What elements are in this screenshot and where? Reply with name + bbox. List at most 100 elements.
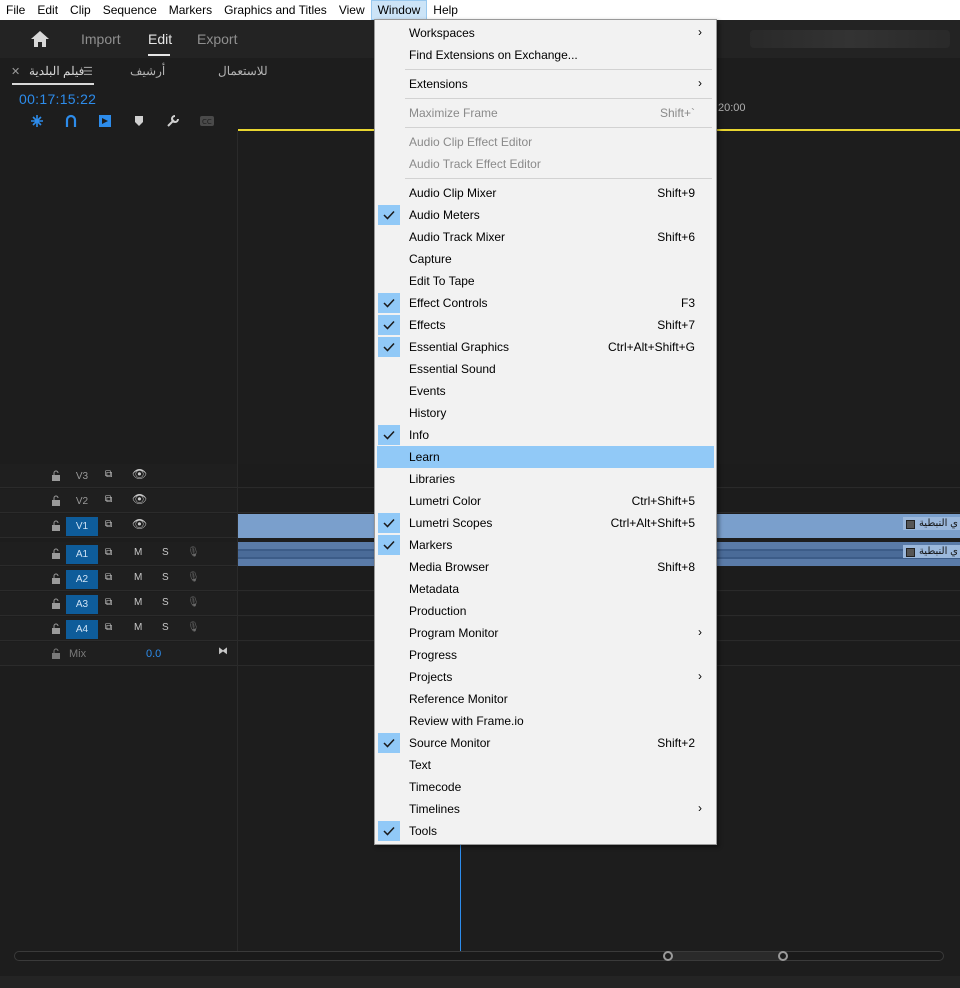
menu-item-find-extensions-on-exchange[interactable]: Find Extensions on Exchange... bbox=[377, 44, 714, 66]
lock-icon[interactable] bbox=[51, 495, 61, 507]
zoom-handle-right[interactable] bbox=[778, 951, 788, 961]
sync-lock-icon[interactable]: ⧉ bbox=[105, 469, 112, 480]
solo-button[interactable]: S bbox=[162, 572, 169, 583]
go-to-in-out-icon[interactable]: ⧓ bbox=[218, 646, 228, 657]
menu-item-text[interactable]: Text bbox=[377, 754, 714, 776]
menu-window[interactable]: Window bbox=[370, 0, 428, 20]
snap-icon[interactable] bbox=[54, 113, 88, 129]
lock-icon[interactable] bbox=[51, 470, 61, 482]
menu-edit[interactable]: Edit bbox=[31, 0, 64, 20]
lock-icon[interactable] bbox=[51, 520, 61, 532]
nest-icon[interactable] bbox=[20, 113, 54, 129]
tab-sequence-archive[interactable]: أرشيف bbox=[130, 64, 165, 78]
sync-lock-icon[interactable]: ⧉ bbox=[105, 622, 112, 633]
sync-lock-icon[interactable]: ⧉ bbox=[105, 597, 112, 608]
menu-item-lumetri-scopes[interactable]: Lumetri Scopes Ctrl+Alt+Shift+5 bbox=[377, 512, 714, 534]
menu-item-extensions[interactable]: Extensions › bbox=[377, 73, 714, 95]
zoom-handle-left[interactable] bbox=[663, 951, 673, 961]
menu-clip[interactable]: Clip bbox=[64, 0, 97, 20]
menu-item-reference-monitor[interactable]: Reference Monitor bbox=[377, 688, 714, 710]
microphone-icon[interactable]: 🎙 bbox=[187, 547, 200, 558]
sync-lock-icon[interactable]: ⧉ bbox=[105, 494, 112, 505]
menu-item-essential-graphics[interactable]: Essential Graphics Ctrl+Alt+Shift+G bbox=[377, 336, 714, 358]
menu-item-audio-track-mixer[interactable]: Audio Track Mixer Shift+6 bbox=[377, 226, 714, 248]
menu-file[interactable]: File bbox=[0, 0, 31, 20]
menu-item-effects[interactable]: Effects Shift+7 bbox=[377, 314, 714, 336]
lock-icon[interactable] bbox=[51, 598, 61, 610]
menu-item-markers[interactable]: Markers bbox=[377, 534, 714, 556]
menu-item-essential-sound[interactable]: Essential Sound bbox=[377, 358, 714, 380]
playhead-line[interactable] bbox=[460, 838, 461, 951]
track-name-a1[interactable]: A1 bbox=[66, 545, 98, 564]
eye-icon[interactable]: 👁 bbox=[132, 517, 147, 531]
menu-item-projects[interactable]: Projects › bbox=[377, 666, 714, 688]
menu-item-source-monitor[interactable]: Source Monitor Shift+2 bbox=[377, 732, 714, 754]
linked-selection-icon[interactable] bbox=[88, 113, 122, 129]
mute-button[interactable]: M bbox=[134, 597, 142, 608]
track-name-a3[interactable]: A3 bbox=[66, 595, 98, 614]
timeline-zoom-scrollbar[interactable] bbox=[14, 951, 944, 961]
menu-item-timecode[interactable]: Timecode bbox=[377, 776, 714, 798]
tab-menu-icon[interactable]: ☰ bbox=[83, 65, 93, 78]
menu-item-timelines[interactable]: Timelines › bbox=[377, 798, 714, 820]
menu-item-history[interactable]: History bbox=[377, 402, 714, 424]
menu-item-media-browser[interactable]: Media Browser Shift+8 bbox=[377, 556, 714, 578]
zoom-scrollbar-thumb[interactable] bbox=[665, 952, 785, 960]
sync-lock-icon[interactable]: ⧉ bbox=[105, 519, 112, 530]
menu-item-metadata[interactable]: Metadata bbox=[377, 578, 714, 600]
lock-icon[interactable] bbox=[51, 548, 61, 560]
track-name-v2[interactable]: V2 bbox=[66, 492, 98, 511]
menu-markers[interactable]: Markers bbox=[163, 0, 218, 20]
mix-volume-value[interactable]: 0.0 bbox=[146, 648, 161, 660]
menu-item-production[interactable]: Production bbox=[377, 600, 714, 622]
menu-graphics-and-titles[interactable]: Graphics and Titles bbox=[218, 0, 333, 20]
nav-import[interactable]: Import bbox=[81, 31, 121, 47]
sync-lock-icon[interactable]: ⧉ bbox=[105, 547, 112, 558]
close-tab-icon[interactable]: ✕ bbox=[11, 65, 20, 78]
menu-item-learn[interactable]: Learn bbox=[377, 446, 714, 468]
sync-lock-icon[interactable]: ⧉ bbox=[105, 572, 112, 583]
menu-item-capture[interactable]: Capture bbox=[377, 248, 714, 270]
tab-sequence-use[interactable]: للاستعمال bbox=[218, 64, 268, 78]
wrench-icon[interactable] bbox=[156, 113, 190, 129]
solo-button[interactable]: S bbox=[162, 622, 169, 633]
menu-item-tools[interactable]: Tools bbox=[377, 820, 714, 842]
microphone-icon[interactable]: 🎙 bbox=[187, 597, 200, 608]
menu-item-edit-to-tape[interactable]: Edit To Tape bbox=[377, 270, 714, 292]
menu-item-program-monitor[interactable]: Program Monitor › bbox=[377, 622, 714, 644]
lock-icon[interactable] bbox=[51, 623, 61, 635]
menu-item-audio-clip-mixer[interactable]: Audio Clip Mixer Shift+9 bbox=[377, 182, 714, 204]
menu-item-events[interactable]: Events bbox=[377, 380, 714, 402]
menu-item-libraries[interactable]: Libraries bbox=[377, 468, 714, 490]
mute-button[interactable]: M bbox=[134, 572, 142, 583]
captions-icon[interactable]: CC bbox=[190, 113, 224, 129]
solo-button[interactable]: S bbox=[162, 597, 169, 608]
lock-icon[interactable] bbox=[51, 573, 61, 585]
menu-sequence[interactable]: Sequence bbox=[97, 0, 163, 20]
eye-icon[interactable]: 👁 bbox=[132, 467, 147, 481]
mute-button[interactable]: M bbox=[134, 622, 142, 633]
menu-item-progress[interactable]: Progress bbox=[377, 644, 714, 666]
microphone-icon[interactable]: 🎙 bbox=[187, 572, 200, 583]
nav-export[interactable]: Export bbox=[197, 31, 237, 47]
eye-icon[interactable]: 👁 bbox=[132, 492, 147, 506]
mute-button[interactable]: M bbox=[134, 547, 142, 558]
track-name-v1[interactable]: V1 bbox=[66, 517, 98, 536]
track-name-a2[interactable]: A2 bbox=[66, 570, 98, 589]
nav-edit[interactable]: Edit bbox=[148, 31, 172, 47]
menu-item-effect-controls[interactable]: Effect Controls F3 bbox=[377, 292, 714, 314]
solo-button[interactable]: S bbox=[162, 547, 169, 558]
menu-item-lumetri-color[interactable]: Lumetri Color Ctrl+Shift+5 bbox=[377, 490, 714, 512]
menu-item-audio-meters[interactable]: Audio Meters bbox=[377, 204, 714, 226]
tab-sequence-active[interactable]: فيلم البلدية bbox=[29, 64, 84, 78]
lock-icon[interactable] bbox=[51, 648, 61, 660]
home-icon[interactable] bbox=[30, 29, 50, 49]
add-marker-icon[interactable] bbox=[122, 113, 156, 129]
menu-item-workspaces[interactable]: Workspaces › bbox=[377, 22, 714, 44]
menu-item-info[interactable]: Info bbox=[377, 424, 714, 446]
menu-item-review-with-frame-io[interactable]: Review with Frame.io bbox=[377, 710, 714, 732]
microphone-icon[interactable]: 🎙 bbox=[187, 622, 200, 633]
menu-view[interactable]: View bbox=[333, 0, 371, 20]
track-name-v3[interactable]: V3 bbox=[66, 467, 98, 486]
menu-help[interactable]: Help bbox=[427, 0, 464, 20]
